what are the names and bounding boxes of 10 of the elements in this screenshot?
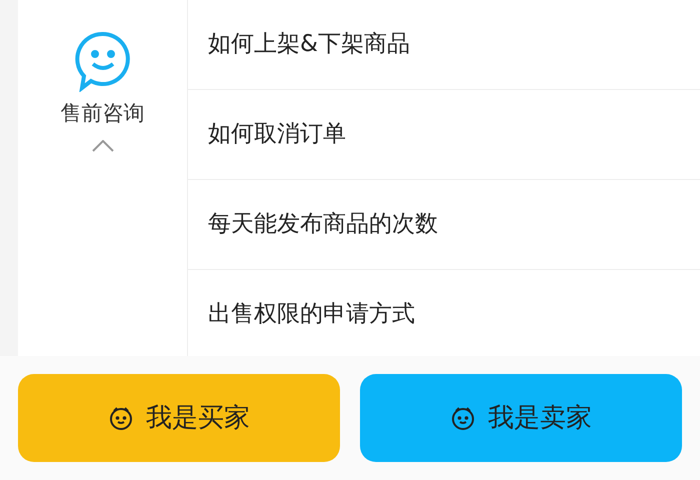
smiley-icon — [108, 405, 134, 431]
question-item[interactable]: 如何上架&下架商品 — [188, 0, 700, 90]
question-item[interactable]: 每天能发布商品的次数 — [188, 180, 700, 270]
question-item[interactable]: 如何取消订单 — [188, 90, 700, 180]
category-label[interactable]: 售前咨询 — [60, 98, 144, 130]
role-button[interactable]: 我是买家 — [18, 374, 340, 462]
smiley-icon — [450, 405, 476, 431]
role-button[interactable]: 我是卖家 — [360, 374, 682, 462]
chat-bubble-icon — [74, 30, 132, 92]
chevron-up-icon[interactable] — [92, 140, 114, 152]
